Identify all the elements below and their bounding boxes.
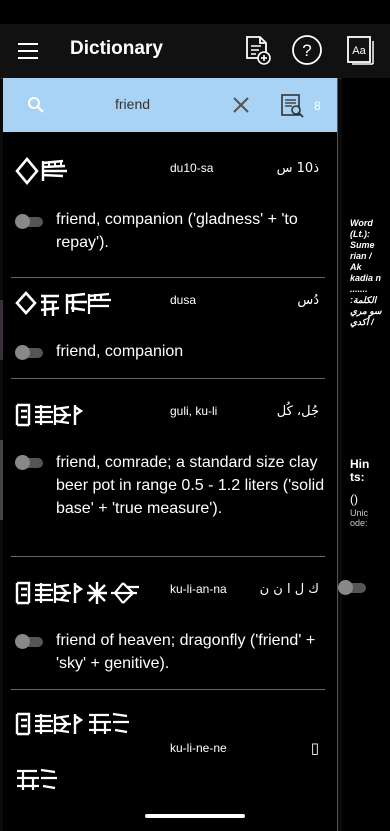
transliteration: guli, ku-li: [170, 404, 218, 418]
arabic-transliteration: جُل، كُل: [276, 404, 319, 419]
arabic-transliteration: دُس: [297, 293, 319, 308]
hints-label: Hin ts:: [350, 457, 370, 484]
result-count: 8: [314, 99, 321, 113]
transliteration: dusa: [170, 293, 197, 307]
cuneiform-sign: [17, 768, 57, 790]
arabic-transliteration: ذ10 س: [276, 161, 319, 176]
entry-toggle[interactable]: [15, 214, 43, 229]
entry-toggle[interactable]: [15, 455, 43, 470]
entry-toggle[interactable]: [15, 345, 43, 360]
meaning-text: friend of heaven; dragonfly ('friend' + …: [56, 632, 316, 672]
entry-toggle[interactable]: [15, 634, 43, 649]
status-bar: [0, 0, 390, 24]
cuneiform-sign: [15, 712, 129, 736]
font-settings-icon[interactable]: Aa: [344, 34, 376, 66]
app-bar: Dictionary ? Aa: [0, 24, 390, 79]
cuneiform-sign: [15, 157, 67, 185]
arabic-transliteration: ك ل ا ن ن: [259, 582, 319, 597]
close-icon[interactable]: [232, 96, 250, 114]
cuneiform-sign: [15, 403, 83, 427]
cuneiform-sign: [15, 291, 111, 316]
side-toggle[interactable]: [338, 580, 366, 595]
arabic-transliteration: ▯: [310, 739, 319, 757]
svg-text:?: ?: [302, 41, 311, 60]
cuneiform-sign: [15, 581, 139, 605]
transliteration: ku-li-ne-ne: [170, 741, 227, 755]
transliteration: du10-sa: [170, 161, 214, 175]
side-info-panel: Word (Lt.): Sume rian / Ak kadia n .....…: [338, 78, 390, 831]
list-item[interactable]: dusa دُس friend, companion: [11, 278, 325, 379]
list-item[interactable]: ku-li-an-na ك ل ا ن ن friend of heaven; …: [11, 557, 325, 690]
search-input[interactable]: friend: [115, 96, 150, 112]
search-icon[interactable]: [27, 96, 45, 114]
svg-text:Aa: Aa: [352, 45, 366, 57]
search-document-icon[interactable]: [279, 93, 305, 119]
meaning-text: friend, companion ('gladness' + 'to repa…: [56, 211, 298, 251]
list-item[interactable]: guli, ku-li جُل، كُل friend, comrade; a …: [11, 379, 325, 557]
unicode-label: Unic ode:: [350, 508, 369, 528]
meaning-text: friend, companion: [56, 343, 184, 360]
list-item[interactable]: ku-li-ne-ne ▯: [11, 690, 325, 831]
hints-value: (): [350, 492, 358, 506]
help-icon[interactable]: ?: [291, 34, 323, 66]
page-title: Dictionary: [70, 38, 163, 59]
list-item[interactable]: du10-sa ذ10 س friend, companion ('gladne…: [11, 137, 325, 278]
word-info-label: Word (Lt.): Sume rian / Ak kadia n .....…: [350, 218, 382, 327]
meaning-text: friend, comrade; a standard size clay be…: [56, 454, 325, 517]
add-document-icon[interactable]: [241, 34, 273, 66]
home-indicator[interactable]: [145, 814, 245, 818]
results-panel: friend 8 du10-sa ذ10 س friend, companion…: [3, 78, 338, 831]
transliteration: ku-li-an-na: [170, 582, 227, 596]
hamburger-menu-icon[interactable]: [14, 38, 42, 64]
search-bar: friend 8: [3, 78, 337, 132]
